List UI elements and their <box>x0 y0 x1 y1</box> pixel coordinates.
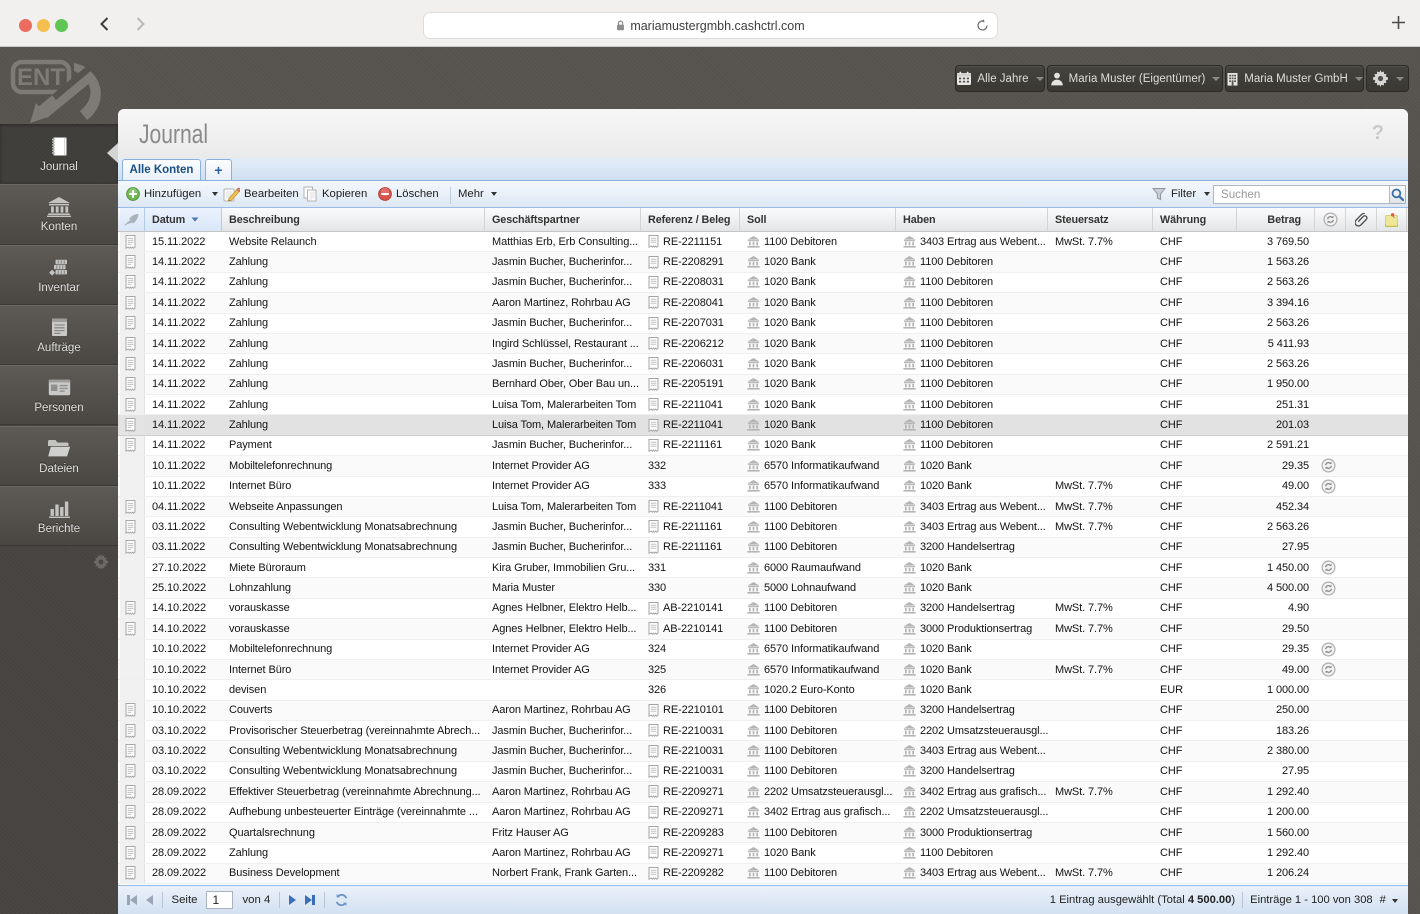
svg-text:ENT: ENT <box>17 64 65 91</box>
